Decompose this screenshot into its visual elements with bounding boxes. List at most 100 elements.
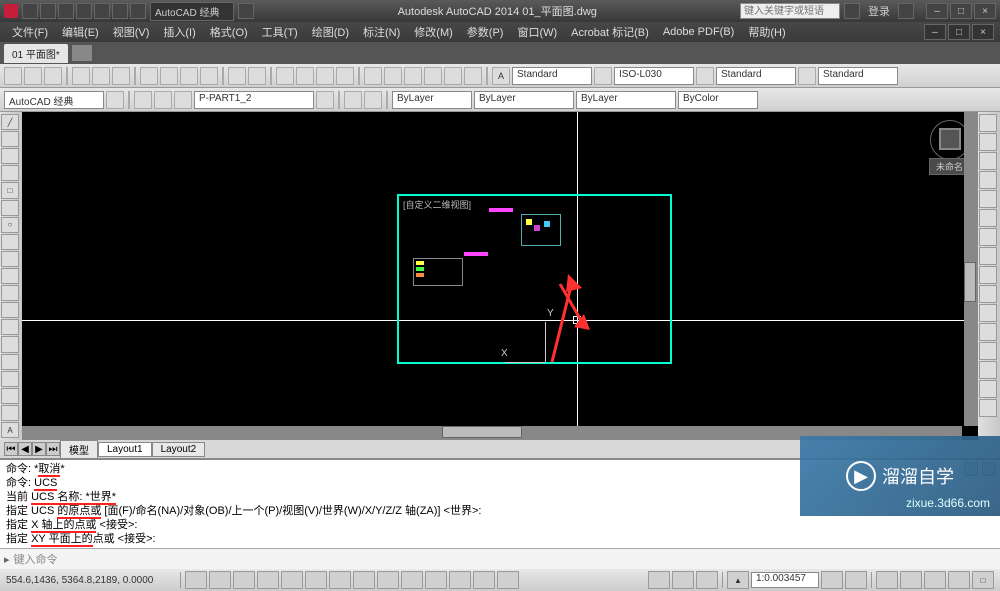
sb-otrack-icon[interactable] bbox=[329, 571, 351, 589]
menu-window[interactable]: 窗口(W) bbox=[511, 22, 563, 42]
qat-redo-icon[interactable] bbox=[130, 3, 146, 19]
sb-polar-icon[interactable] bbox=[257, 571, 279, 589]
tb-zoom-icon[interactable] bbox=[296, 67, 314, 85]
qat-new-icon[interactable] bbox=[22, 3, 38, 19]
menu-insert[interactable]: 插入(I) bbox=[157, 22, 201, 42]
modify-copy-icon[interactable] bbox=[979, 133, 997, 151]
draw-circle-icon[interactable]: ○ bbox=[1, 217, 19, 233]
modify-offset-icon[interactable] bbox=[979, 171, 997, 189]
modify-extend-icon[interactable] bbox=[979, 304, 997, 322]
tb-undo-icon[interactable] bbox=[228, 67, 246, 85]
menu-modify[interactable]: 修改(M) bbox=[408, 22, 459, 42]
tb-dimstyle-icon[interactable] bbox=[594, 67, 612, 85]
mleader-dropdown[interactable]: Standard bbox=[818, 67, 898, 85]
layout-nav-prev-icon[interactable]: ◀ bbox=[18, 442, 32, 456]
menu-adobepdf[interactable]: Adobe PDF(B) bbox=[657, 24, 741, 40]
draw-line-icon[interactable]: ╱ bbox=[1, 114, 19, 130]
tb-calc-icon[interactable] bbox=[464, 67, 482, 85]
draw-mtext-icon[interactable]: A bbox=[1, 422, 19, 438]
menu-help[interactable]: 帮助(H) bbox=[742, 22, 791, 42]
sb-annoscale-icon[interactable]: ▲ bbox=[727, 571, 749, 589]
sb-am-icon[interactable] bbox=[497, 571, 519, 589]
sb-paper-icon[interactable] bbox=[648, 571, 670, 589]
sb-maxvp-icon[interactable] bbox=[672, 571, 694, 589]
layout-nav-last-icon[interactable]: ⏭ bbox=[46, 442, 60, 456]
dimstyle-dropdown[interactable]: ISO-L030 bbox=[614, 67, 694, 85]
draw-polygon-icon[interactable] bbox=[1, 165, 19, 181]
menu-edit[interactable]: 编辑(E) bbox=[56, 22, 105, 42]
tb-save-icon[interactable] bbox=[44, 67, 62, 85]
modify-mirror-icon[interactable] bbox=[979, 152, 997, 170]
tb-paste-icon[interactable] bbox=[180, 67, 198, 85]
draw-revcloud-icon[interactable] bbox=[1, 234, 19, 250]
qat-saveas-icon[interactable] bbox=[76, 3, 92, 19]
modify-stretch-icon[interactable] bbox=[979, 266, 997, 284]
tb-tablestyle-icon[interactable] bbox=[696, 67, 714, 85]
menu-tools[interactable]: 工具(T) bbox=[256, 22, 304, 42]
tb-open-icon[interactable] bbox=[24, 67, 42, 85]
sb-annoauto-icon[interactable] bbox=[845, 571, 867, 589]
annotation-scale-dropdown[interactable]: 1:0.003457 bbox=[751, 572, 819, 588]
qat-save-icon[interactable] bbox=[58, 3, 74, 19]
sb-dyn-icon[interactable] bbox=[377, 571, 399, 589]
modify-trim-icon[interactable] bbox=[979, 285, 997, 303]
modify-chamfer-icon[interactable] bbox=[979, 361, 997, 379]
workspace-combo[interactable]: AutoCAD 经典 bbox=[4, 91, 104, 109]
menu-format[interactable]: 格式(O) bbox=[204, 22, 254, 42]
tb-pan-icon[interactable] bbox=[276, 67, 294, 85]
tb-textstyle-icon[interactable]: A bbox=[492, 67, 510, 85]
coordinate-display[interactable]: 554.6,1436, 5364.8,2189, 0.0000 bbox=[6, 575, 176, 586]
canvas-scrollbar-vertical[interactable] bbox=[964, 112, 978, 426]
textstyle-dropdown[interactable]: Standard bbox=[512, 67, 592, 85]
tb-layer-prev-icon[interactable] bbox=[316, 91, 334, 109]
draw-gradient-icon[interactable] bbox=[1, 371, 19, 387]
tb-zoom-prev-icon[interactable] bbox=[336, 67, 354, 85]
sb-ws-icon[interactable] bbox=[876, 571, 898, 589]
workspace-dropdown[interactable]: AutoCAD 经典 bbox=[150, 2, 234, 21]
tb-preview-icon[interactable] bbox=[92, 67, 110, 85]
doc-close-button[interactable]: × bbox=[972, 24, 994, 40]
tb-layer-freeze-icon[interactable] bbox=[154, 91, 172, 109]
modify-erase-icon[interactable] bbox=[979, 114, 997, 132]
search-icon[interactable] bbox=[844, 3, 860, 19]
sb-osnap-icon[interactable] bbox=[281, 571, 303, 589]
layer-dropdown[interactable]: P-PART1_2 bbox=[194, 91, 314, 109]
draw-point-icon[interactable] bbox=[1, 336, 19, 352]
tb-print-icon[interactable] bbox=[72, 67, 90, 85]
sb-hardware-icon[interactable] bbox=[924, 571, 946, 589]
qat-undo-icon[interactable] bbox=[112, 3, 128, 19]
layout-tab-layout1[interactable]: Layout1 bbox=[98, 442, 152, 457]
menu-draw[interactable]: 绘图(D) bbox=[306, 22, 355, 42]
close-button[interactable]: × bbox=[974, 3, 996, 19]
sb-sc-icon[interactable] bbox=[473, 571, 495, 589]
tb-layer-uniso-icon[interactable] bbox=[364, 91, 382, 109]
tb-ws-settings-icon[interactable] bbox=[106, 91, 124, 109]
draw-ellipsearc-icon[interactable] bbox=[1, 285, 19, 301]
qat-open-icon[interactable] bbox=[40, 3, 56, 19]
tb-match-icon[interactable] bbox=[200, 67, 218, 85]
layout-nav-next-icon[interactable]: ▶ bbox=[32, 442, 46, 456]
draw-spline-icon[interactable] bbox=[1, 251, 19, 267]
draw-table-icon[interactable] bbox=[1, 405, 19, 421]
modify-rotate-icon[interactable] bbox=[979, 228, 997, 246]
draw-hatch-icon[interactable] bbox=[1, 354, 19, 370]
sb-ducs-icon[interactable] bbox=[353, 571, 375, 589]
tb-redo-icon[interactable] bbox=[248, 67, 266, 85]
tb-layer-iso-icon[interactable] bbox=[344, 91, 362, 109]
menu-view[interactable]: 视图(V) bbox=[107, 22, 156, 42]
draw-rect-icon[interactable]: □ bbox=[1, 182, 19, 198]
tb-toolpalette-icon[interactable] bbox=[404, 67, 422, 85]
new-tab-button[interactable] bbox=[72, 45, 92, 61]
sb-lockvp-icon[interactable] bbox=[696, 571, 718, 589]
tb-layer-states-icon[interactable] bbox=[134, 91, 152, 109]
drawing-canvas[interactable]: [自定义二维视图] X Y bbox=[22, 112, 978, 440]
modify-move-icon[interactable] bbox=[979, 209, 997, 227]
draw-arc-icon[interactable] bbox=[1, 200, 19, 216]
modify-scale-icon[interactable] bbox=[979, 247, 997, 265]
sb-isolate-icon[interactable] bbox=[948, 571, 970, 589]
command-prompt[interactable]: ▸ 键入命令 bbox=[0, 548, 1000, 569]
draw-block-icon[interactable] bbox=[1, 319, 19, 335]
sb-toolbar-lock-icon[interactable] bbox=[900, 571, 922, 589]
tb-copy-icon[interactable] bbox=[160, 67, 178, 85]
tb-designcenter-icon[interactable] bbox=[384, 67, 402, 85]
